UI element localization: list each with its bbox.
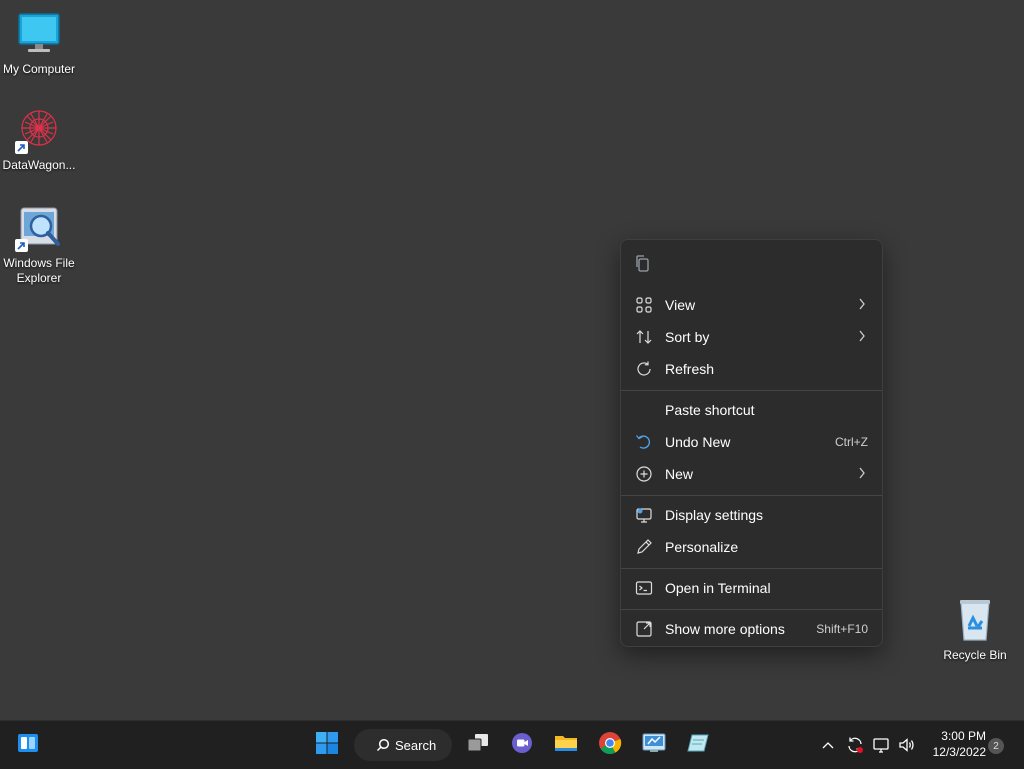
menu-item-label: Display settings <box>665 507 764 523</box>
menu-item-sort-by[interactable]: Sort by <box>625 322 878 352</box>
desktop-icon-my-computer[interactable]: My Computer <box>0 10 78 77</box>
control-panel-taskbar-button[interactable] <box>638 729 670 761</box>
chrome-taskbar-button[interactable] <box>594 729 626 761</box>
task-view-icon <box>466 731 490 760</box>
start-button[interactable] <box>311 729 343 761</box>
pen-icon <box>633 536 655 558</box>
menu-item-refresh[interactable]: Refresh <box>625 354 878 384</box>
widgets-button[interactable] <box>12 729 44 761</box>
taskbar: Search 3:00 PM 12/3/2022 2 <box>0 720 1024 769</box>
taskbar-clock[interactable]: 3:00 PM 12/3/2022 <box>920 728 986 760</box>
display-settings-icon <box>633 504 655 526</box>
menu-separator <box>621 495 882 496</box>
chat-icon <box>510 731 534 760</box>
desktop-icon-label: Windows File Explorer <box>3 256 75 285</box>
system-tray <box>818 721 920 769</box>
menu-item-label: Undo New <box>665 434 731 450</box>
terminal-icon <box>633 577 655 599</box>
chrome-icon <box>598 731 622 760</box>
undo-icon <box>633 431 655 453</box>
file-explorer-magnifier-icon <box>15 204 63 252</box>
menu-item-label: Sort by <box>665 329 710 345</box>
widgets-icon <box>16 731 40 760</box>
menu-item-undo-new[interactable]: Undo New Ctrl+Z <box>625 427 878 457</box>
control-panel-icon <box>641 731 667 760</box>
menu-item-display-settings[interactable]: Display settings <box>625 500 878 530</box>
sort-icon <box>633 326 655 348</box>
refresh-icon <box>633 358 655 380</box>
clock-date: 12/3/2022 <box>932 745 986 759</box>
menu-item-open-in-terminal[interactable]: Open in Terminal <box>625 573 878 603</box>
menu-item-show-more-options[interactable]: Show more options Shift+F10 <box>625 614 878 644</box>
search-label: Search <box>395 737 437 753</box>
menu-item-label: Refresh <box>665 361 715 377</box>
menu-separator <box>621 390 882 391</box>
datawagon-app-icon <box>15 106 63 154</box>
menu-separator <box>621 609 882 610</box>
notepad-taskbar-button[interactable] <box>682 729 714 761</box>
chevron-up-icon[interactable] <box>818 741 838 749</box>
clock-time: 3:00 PM <box>941 729 986 743</box>
desktop-icon-recycle-bin[interactable]: Recycle Bin <box>936 596 1014 663</box>
menu-separator <box>621 568 882 569</box>
more-options-icon <box>633 618 655 640</box>
menu-item-label: Paste shortcut <box>665 402 755 418</box>
desktop-icon-file-explorer[interactable]: Windows File Explorer <box>0 204 78 286</box>
chevron-right-icon <box>858 329 866 345</box>
new-plus-icon <box>633 463 655 485</box>
monitor-icon <box>15 10 63 58</box>
menu-item-label: View <box>665 297 696 313</box>
menu-item-shortcut: Shift+F10 <box>816 622 868 636</box>
desktop-icon-label: My Computer <box>2 62 76 76</box>
task-view-button[interactable] <box>462 729 494 761</box>
menu-item-personalize[interactable]: Personalize <box>625 532 878 562</box>
chevron-right-icon <box>858 297 866 313</box>
chevron-right-icon <box>858 466 866 482</box>
notepad-icon <box>686 731 710 760</box>
menu-item-new[interactable]: New <box>625 459 878 489</box>
desktop-context-menu: View Sort by Refresh Paste shortcut Undo… <box>620 239 883 647</box>
recycle-bin-icon <box>951 596 999 644</box>
desktop-icon-label: DataWagon... <box>2 158 76 172</box>
sync-status-icon[interactable] <box>842 736 868 754</box>
menu-item-view[interactable]: View <box>625 290 878 320</box>
menu-item-label: Show more options <box>665 621 785 637</box>
taskbar-search[interactable]: Search <box>354 729 452 761</box>
blank-icon-slot <box>633 399 655 421</box>
shortcut-arrow-icon <box>15 141 28 154</box>
menu-item-shortcut: Ctrl+Z <box>835 435 868 449</box>
menu-item-label: Personalize <box>665 539 739 555</box>
windows-logo-icon <box>315 731 339 760</box>
copy-icon[interactable] <box>631 252 655 276</box>
search-icon <box>376 738 390 752</box>
menu-item-label: Open in Terminal <box>665 580 771 596</box>
network-icon[interactable] <box>868 736 894 754</box>
menu-item-paste-shortcut[interactable]: Paste shortcut <box>625 395 878 425</box>
menu-item-label: New <box>665 466 694 482</box>
folder-icon <box>553 731 579 760</box>
desktop-icon-label: Recycle Bin <box>943 648 1007 662</box>
notification-badge[interactable]: 2 <box>988 738 1004 754</box>
teams-chat-button[interactable] <box>506 729 538 761</box>
grid-view-icon <box>633 294 655 316</box>
desktop-icon-datawagon[interactable]: DataWagon... <box>0 106 78 173</box>
file-explorer-taskbar-button[interactable] <box>550 729 582 761</box>
volume-icon[interactable] <box>894 736 920 754</box>
shortcut-arrow-icon <box>15 239 28 252</box>
